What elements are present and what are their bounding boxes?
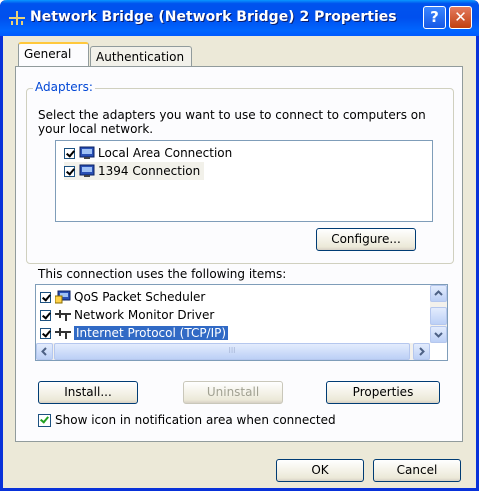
adapter-label: Local Area Connection (98, 146, 233, 160)
adapters-group-label: Adapters: (33, 80, 95, 94)
adapters-list[interactable]: Local Area Connection 1394 Connection (55, 140, 433, 222)
scroll-up-button[interactable] (430, 285, 447, 302)
component-checkbox[interactable] (40, 327, 51, 339)
list-item[interactable]: QoS Packet Scheduler (40, 288, 205, 306)
install-button[interactable]: Install... (38, 381, 138, 404)
uninstall-button[interactable]: Uninstall (183, 381, 283, 404)
adapters-description: Select the adapters you want to use to c… (38, 108, 426, 136)
window-title: Network Bridge (Network Bridge) 2 Proper… (30, 9, 397, 25)
component-label: Internet Protocol (TCP/IP) (72, 325, 230, 341)
notify-checkbox[interactable] (38, 413, 51, 427)
scheduler-icon (55, 290, 71, 304)
notify-label: Show icon in notification area when conn… (55, 413, 336, 427)
title-bar[interactable]: Network Bridge (Network Bridge) 2 Proper… (0, 0, 479, 36)
list-item[interactable]: 1394 Connection (64, 162, 205, 180)
protocol-icon (55, 328, 71, 339)
adapter-label: 1394 Connection (98, 164, 201, 178)
scroll-thumb[interactable]: III (54, 343, 410, 360)
list-item[interactable]: Network Monitor Driver (40, 306, 214, 324)
scroll-left-button[interactable] (36, 343, 53, 360)
component-checkbox[interactable] (40, 291, 51, 303)
adapter-checkbox[interactable] (64, 147, 75, 159)
list-item[interactable]: Local Area Connection (64, 144, 232, 162)
configure-button[interactable]: Configure... (316, 228, 416, 251)
notify-option[interactable]: Show icon in notification area when conn… (38, 411, 336, 429)
help-button[interactable]: ? (423, 6, 446, 29)
chevron-down-icon (434, 332, 443, 338)
close-button[interactable]: ✕ (449, 6, 472, 29)
list-item-selected[interactable]: Internet Protocol (TCP/IP) (40, 324, 230, 342)
network-adapter-icon (79, 164, 95, 177)
horizontal-scrollbar[interactable]: III (36, 343, 430, 360)
cancel-button[interactable]: Cancel (373, 459, 461, 482)
tab-general[interactable]: General (18, 42, 89, 66)
scroll-thumb[interactable] (430, 307, 447, 325)
chevron-right-icon (419, 347, 425, 356)
component-checkbox[interactable] (40, 309, 51, 321)
chevron-up-icon (434, 290, 443, 296)
adapter-checkbox[interactable] (64, 165, 75, 177)
scroll-right-button[interactable] (413, 343, 430, 360)
component-label: QoS Packet Scheduler (74, 290, 206, 304)
protocol-icon (55, 310, 71, 321)
help-icon: ? (430, 8, 439, 26)
vertical-scrollbar[interactable] (430, 285, 447, 343)
network-bridge-icon (9, 11, 25, 25)
components-label: This connection uses the following items… (38, 267, 287, 281)
tab-authentication[interactable]: Authentication (90, 46, 192, 66)
ok-button[interactable]: OK (276, 459, 364, 482)
component-label: Network Monitor Driver (74, 308, 215, 322)
chevron-left-icon (41, 347, 47, 356)
properties-button[interactable]: Properties (326, 381, 440, 404)
network-adapter-icon (79, 146, 95, 159)
scroll-down-button[interactable] (430, 326, 447, 343)
close-icon: ✕ (454, 8, 467, 26)
